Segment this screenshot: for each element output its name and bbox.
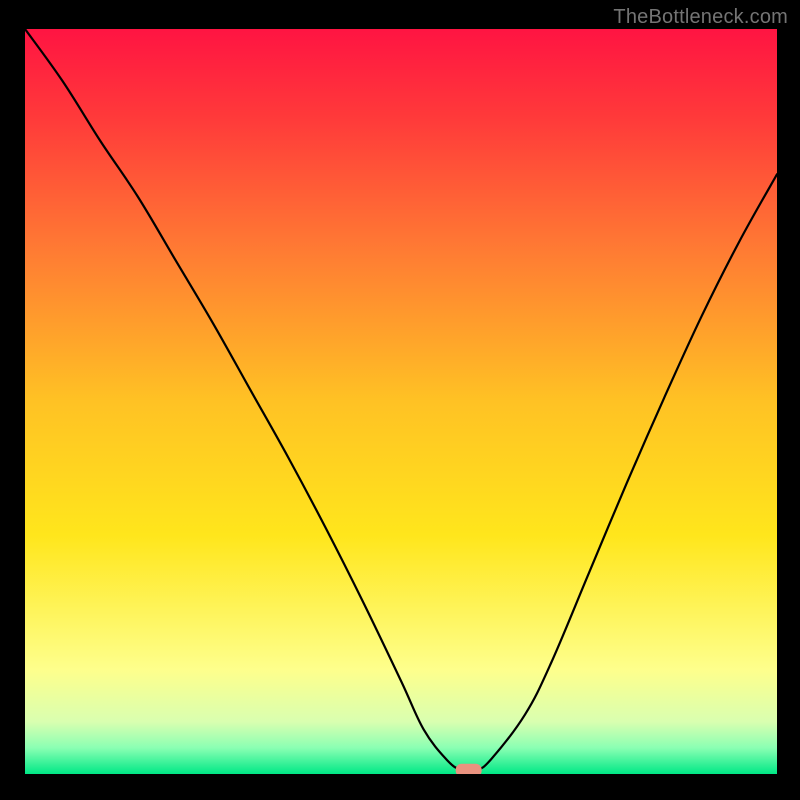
minimum-marker <box>456 764 482 774</box>
plot-svg <box>25 29 777 774</box>
gradient-background <box>25 29 777 774</box>
plot-area <box>25 29 777 774</box>
watermark-text: TheBottleneck.com <box>613 6 788 29</box>
chart-frame: TheBottleneck.com <box>0 0 800 800</box>
